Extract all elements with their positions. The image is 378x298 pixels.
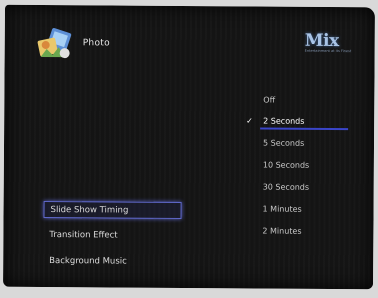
menu-item-background-music[interactable]: Background Music	[43, 253, 181, 271]
option-30-seconds[interactable]: 30 Seconds	[260, 179, 348, 196]
photo-app-icon	[37, 28, 72, 59]
menu-item-transition-effect[interactable]: Transition Effect	[43, 227, 181, 245]
option-off[interactable]: Off	[260, 92, 348, 109]
check-icon: ✓	[246, 116, 253, 126]
brand-logo: Mix Entertainment at its Finest	[305, 31, 357, 57]
brand-tagline: Entertainment at its Finest	[304, 48, 352, 54]
page-title: Photo	[82, 38, 110, 49]
tv-screen: Photo Mix Entertainment at its Finest Sl…	[3, 4, 375, 290]
menu-item-slide-show-timing[interactable]: Slide Show Timing	[43, 200, 182, 219]
option-5-seconds[interactable]: 5 Seconds	[260, 135, 348, 152]
option-2-minutes[interactable]: 2 Minutes	[259, 223, 347, 240]
option-2-seconds[interactable]: 2 Seconds	[260, 113, 349, 131]
option-10-seconds[interactable]: 10 Seconds	[260, 157, 348, 174]
option-1-minutes[interactable]: 1 Minutes	[260, 201, 348, 218]
